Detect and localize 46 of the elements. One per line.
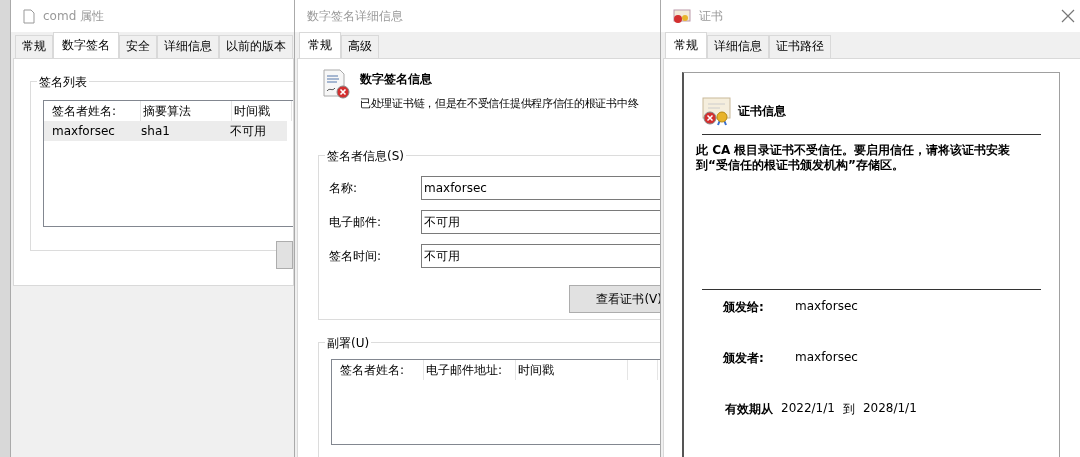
tab[interactable]: 安全 <box>119 35 157 58</box>
group-title: 签名列表 <box>37 74 89 91</box>
list-cell-text: maxforsec <box>51 123 116 140</box>
tab[interactable]: 常规 <box>15 35 53 58</box>
field-label: 电子邮件: <box>329 213 383 231</box>
issued-to-value: maxforsec <box>795 299 858 315</box>
tab[interactable]: 以前的版本 <box>219 35 293 58</box>
close-icon[interactable] <box>1061 9 1075 23</box>
valid-from-label: 有效期从 <box>725 401 773 418</box>
issued-to-label: 颁发给: <box>723 299 765 315</box>
list-row[interactable]: maxforsec sha1 不可用 <box>44 121 287 141</box>
column-header[interactable]: 签名者姓名: <box>338 360 424 380</box>
issued-by-value: maxforsec <box>795 350 858 366</box>
section-heading: 数字签名信息 <box>360 71 433 88</box>
tab[interactable]: 详细信息 <box>157 35 219 58</box>
status-message: 已处理证书链，但是在不受信任提供程序信任的根证书中终 <box>360 96 639 111</box>
tab[interactable]: 常规 <box>665 32 707 59</box>
certificate-error-icon <box>702 96 732 126</box>
text-field[interactable]: maxforsec <box>421 176 661 200</box>
window-title: 证书 <box>699 7 723 25</box>
list-cell-text: 不可用 <box>229 123 268 140</box>
group-title: 签名者信息(S) <box>325 148 406 165</box>
window-title: 数字签名详细信息 <box>307 7 403 25</box>
group-title: 副署(U) <box>325 335 372 352</box>
valid-to-label: 到 <box>842 401 855 418</box>
text-field[interactable]: 不可用 <box>421 210 661 234</box>
window-title: comd 属性 <box>43 7 105 25</box>
trust-message: 此 CA 根目录证书不受信任。要启用信任，请将该证书安装到“受信任的根证书颁发机构”存储区。 <box>696 143 1012 173</box>
text-field[interactable]: 不可用 <box>421 244 661 268</box>
field-label: 签名时间: <box>329 247 383 265</box>
tab[interactable]: 常规 <box>299 32 341 59</box>
column-header[interactable]: 电子邮件地址: <box>424 360 516 380</box>
tab[interactable]: 高级 <box>341 35 379 58</box>
file-icon <box>23 8 35 24</box>
issued-by-label: 颁发者: <box>723 350 765 366</box>
tab[interactable]: 证书路径 <box>769 35 831 58</box>
certificate-error-icon <box>673 8 691 24</box>
field-label: 名称: <box>329 179 359 197</box>
signed-document-error-icon <box>322 69 350 99</box>
section-heading: 证书信息 <box>738 102 786 120</box>
tab[interactable]: 详细信息 <box>707 35 769 58</box>
column-header[interactable]: 时间戳 <box>516 360 628 380</box>
list-cell-text: sha1 <box>140 123 171 140</box>
valid-from-date: 2022/1/1 <box>781 401 835 417</box>
valid-to-date: 2028/1/1 <box>862 401 917 417</box>
tab[interactable]: 数字签名 <box>53 32 119 59</box>
